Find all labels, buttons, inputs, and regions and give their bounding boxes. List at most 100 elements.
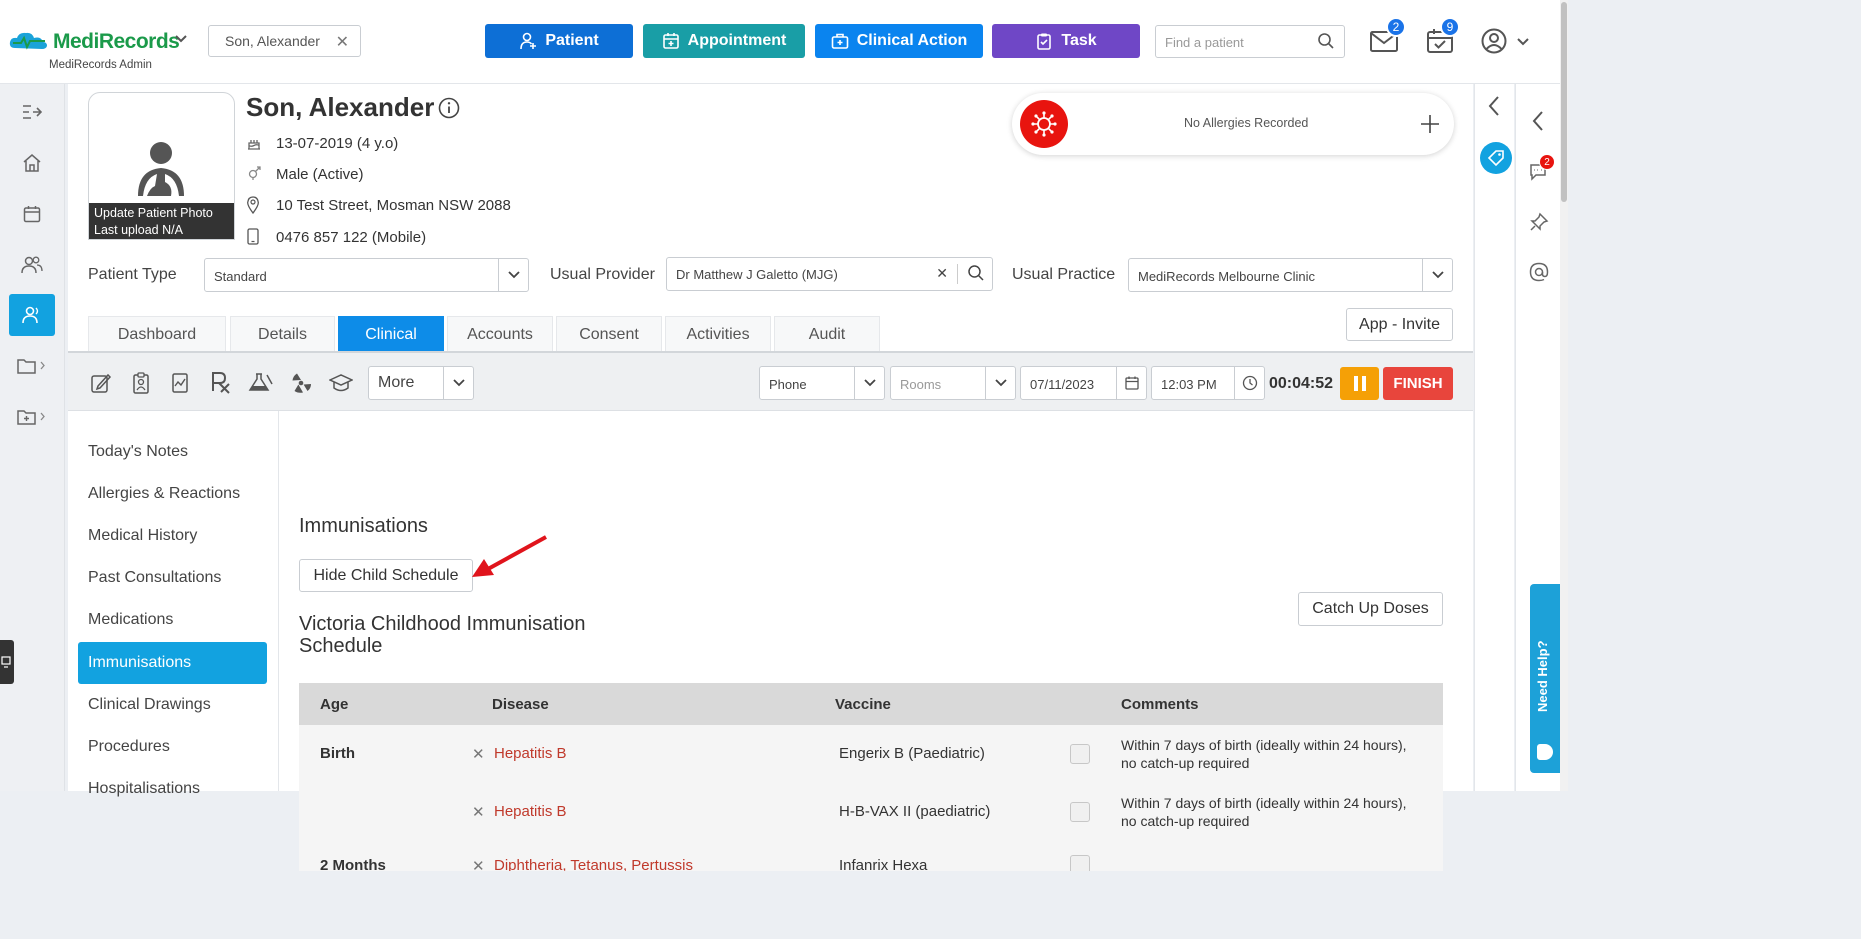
rooms-select[interactable]: Rooms bbox=[890, 366, 1016, 400]
tab-consent[interactable]: Consent bbox=[556, 316, 662, 352]
photo-caption[interactable]: Update Patient Photo Last upload N/A bbox=[89, 203, 234, 239]
consult-time-value: 12:03 PM bbox=[1161, 377, 1217, 392]
nav-medical-history[interactable]: Medical History bbox=[78, 515, 267, 557]
chevron-down-icon[interactable] bbox=[1422, 259, 1452, 291]
clinical-action-label: Clinical Action bbox=[856, 32, 968, 49]
scrollbar[interactable] bbox=[1560, 0, 1568, 791]
row-disease[interactable]: Hepatitis B bbox=[494, 803, 567, 820]
radiology-icon[interactable] bbox=[290, 372, 312, 394]
referral-icon[interactable] bbox=[132, 372, 150, 394]
nav-allergies[interactable]: Allergies & Reactions bbox=[78, 473, 267, 515]
clock-icon[interactable] bbox=[1234, 367, 1264, 399]
patients-group-icon[interactable] bbox=[9, 244, 55, 286]
tab-dashboard[interactable]: Dashboard bbox=[88, 316, 226, 352]
add-folder-icon[interactable] bbox=[9, 396, 55, 438]
clear-provider-icon[interactable]: ✕ bbox=[936, 265, 948, 282]
tag-icon[interactable] bbox=[1480, 142, 1512, 174]
red-arrow-annotation bbox=[472, 535, 547, 577]
usual-provider-select[interactable]: Dr Matthew J Galetto (MJG) ✕ bbox=[666, 257, 993, 291]
administered-checkbox[interactable] bbox=[1070, 802, 1090, 822]
open-patient-tab[interactable]: Son, Alexander ✕ bbox=[208, 25, 361, 57]
tab-activities[interactable]: Activities bbox=[665, 316, 771, 352]
left-rail bbox=[0, 84, 65, 791]
section-heading: Immunisations bbox=[299, 515, 428, 537]
need-help-label: Need Help? bbox=[1535, 640, 1550, 712]
patient-icon[interactable] bbox=[9, 294, 55, 336]
right-rail: 2 Need Help? bbox=[1515, 84, 1560, 791]
search-provider-icon[interactable] bbox=[967, 264, 985, 282]
home-icon[interactable] bbox=[9, 142, 55, 184]
user-avatar-icon[interactable] bbox=[1481, 28, 1507, 54]
calendar-add-icon bbox=[662, 33, 679, 49]
mail-badge: 2 bbox=[1386, 17, 1406, 37]
nav-procedures[interactable]: Procedures bbox=[78, 726, 267, 768]
nav-immunisations[interactable]: Immunisations bbox=[78, 642, 267, 684]
row-disease[interactable]: Diphtheria, Tetanus, Pertussis bbox=[494, 857, 693, 871]
chevron-down-icon[interactable] bbox=[498, 259, 528, 291]
nav-medications[interactable]: Medications bbox=[78, 599, 267, 641]
side-widget-tab[interactable] bbox=[0, 640, 14, 684]
schedule-title-line-1: Victoria Childhood Immunisation bbox=[299, 613, 586, 635]
expand-chevron-icon[interactable] bbox=[1532, 111, 1544, 131]
calendar-icon[interactable] bbox=[1116, 367, 1146, 399]
finish-button[interactable]: FINISH bbox=[1383, 367, 1453, 400]
tab-audit[interactable]: Audit bbox=[774, 316, 880, 352]
usual-practice-select[interactable]: MediRecords Melbourne Clinic bbox=[1128, 258, 1453, 292]
education-cap-icon[interactable] bbox=[329, 372, 353, 394]
calendar-icon[interactable] bbox=[9, 193, 55, 235]
chevron-down-icon[interactable] bbox=[443, 367, 473, 399]
remove-icon[interactable]: ✕ bbox=[472, 857, 485, 871]
more-menu[interactable]: More bbox=[368, 366, 474, 400]
pin-icon[interactable] bbox=[1529, 212, 1549, 232]
new-task-button[interactable]: Task bbox=[992, 24, 1140, 58]
app-switch-chevron-icon[interactable] bbox=[175, 35, 187, 43]
tab-clinical[interactable]: Clinical bbox=[338, 316, 444, 352]
nav-past-consultations[interactable]: Past Consultations bbox=[78, 557, 267, 599]
pause-button[interactable] bbox=[1340, 367, 1379, 400]
prescription-rx-icon[interactable] bbox=[210, 370, 232, 394]
contact-type-select[interactable]: Phone bbox=[759, 366, 885, 400]
mentions-at-icon[interactable] bbox=[1529, 262, 1549, 282]
new-patient-button[interactable]: Patient bbox=[485, 24, 633, 58]
expand-menu-icon[interactable] bbox=[9, 91, 55, 133]
clinical-action-button[interactable]: Clinical Action bbox=[815, 24, 983, 58]
new-appointment-button[interactable]: Appointment bbox=[643, 24, 805, 58]
user-menu-chevron-icon[interactable] bbox=[1517, 38, 1529, 46]
consult-date-input[interactable]: 07/11/2023 bbox=[1020, 366, 1147, 400]
administered-checkbox[interactable] bbox=[1070, 855, 1090, 871]
notes-edit-icon[interactable] bbox=[90, 372, 112, 394]
need-help-widget[interactable]: Need Help? bbox=[1530, 584, 1560, 773]
scrollbar-thumb[interactable] bbox=[1561, 2, 1567, 202]
patient-dob: 13-07-2019 (4 y.o) bbox=[276, 135, 399, 152]
observations-chart-icon[interactable] bbox=[171, 372, 189, 394]
app-invite-button[interactable]: App - Invite bbox=[1346, 308, 1453, 341]
last-upload-label: Last upload N/A bbox=[94, 223, 183, 237]
chat-badge: 2 bbox=[1539, 154, 1555, 170]
nav-clinical-drawings[interactable]: Clinical Drawings bbox=[78, 684, 267, 726]
tab-details[interactable]: Details bbox=[230, 316, 335, 352]
patient-type-select[interactable]: Standard bbox=[204, 258, 529, 292]
pathology-flask-icon[interactable] bbox=[247, 372, 273, 392]
catch-up-doses-button[interactable]: Catch Up Doses bbox=[1298, 592, 1443, 626]
patient-photo[interactable]: Update Patient Photo Last upload N/A bbox=[88, 92, 235, 240]
tab-accounts[interactable]: Accounts bbox=[447, 316, 553, 352]
add-allergy-icon[interactable] bbox=[1420, 114, 1440, 134]
search-icon[interactable] bbox=[1317, 32, 1335, 50]
find-patient-input[interactable]: Find a patient bbox=[1155, 25, 1345, 58]
collapse-chevron-icon[interactable] bbox=[1488, 96, 1500, 116]
usual-provider-label: Usual Provider bbox=[550, 266, 655, 283]
close-icon[interactable]: ✕ bbox=[336, 32, 349, 52]
more-menu-label: More bbox=[378, 374, 415, 391]
nav-hospitalisations[interactable]: Hospitalisations bbox=[78, 768, 267, 810]
immunisations-panel: Immunisations Hide Child Schedule Victor… bbox=[280, 411, 1473, 791]
app-name[interactable]: MediRecords bbox=[53, 30, 180, 54]
nav-todays-notes[interactable]: Today's Notes bbox=[78, 431, 267, 473]
chevron-down-icon[interactable] bbox=[985, 367, 1015, 399]
folder-icon[interactable] bbox=[9, 345, 55, 387]
hide-child-schedule-button[interactable]: Hide Child Schedule bbox=[299, 559, 473, 592]
consult-time-input[interactable]: 12:03 PM bbox=[1151, 366, 1265, 400]
chevron-down-icon[interactable] bbox=[854, 367, 884, 399]
remove-icon[interactable]: ✕ bbox=[472, 803, 485, 821]
info-icon[interactable] bbox=[438, 97, 460, 119]
patient-type-label: Patient Type bbox=[88, 266, 177, 283]
